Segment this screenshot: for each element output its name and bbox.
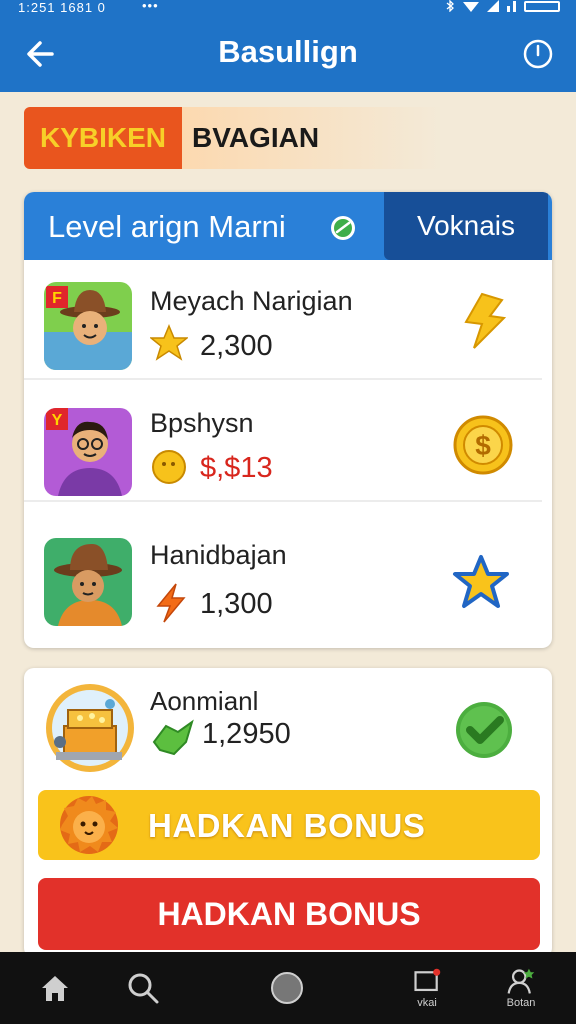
leaderboard-card: Level arign Marni Voknais F Meyach Narig… — [24, 192, 552, 648]
lightning-icon[interactable] — [452, 290, 514, 352]
tab-voknais[interactable]: Voknais — [384, 192, 548, 260]
player-name: Meyach Narigian — [150, 286, 353, 316]
nav-inbox-label: vkai — [417, 997, 437, 1009]
status-bar: 1:251 1681 0 ••• — [0, 0, 576, 16]
leaderboard-row[interactable]: F Meyach Narigian 2,300 — [24, 260, 542, 380]
player-name: Bpshysn — [150, 408, 254, 438]
nav-inbox[interactable]: vkai — [404, 952, 450, 1024]
player-name: Hanidbajan — [150, 540, 287, 570]
bluetooth-icon — [446, 0, 454, 12]
star-icon — [150, 324, 188, 361]
status-icons — [444, 0, 560, 12]
verified-icon — [331, 216, 355, 240]
nav-center[interactable] — [264, 952, 310, 1024]
coin-icon — [152, 450, 186, 484]
signal-bars-icon — [507, 1, 516, 12]
wifi-icon — [463, 2, 479, 12]
nav-profile[interactable]: Botan — [496, 952, 546, 1024]
leaderboard-title: Level arign Marni — [48, 209, 286, 244]
bonus-primary-label: HADKAN BONUS — [148, 807, 426, 844]
leaderboard-row[interactable]: Y Bpshysn $,$13 $ — [24, 382, 542, 502]
svg-text:Y: Y — [52, 412, 63, 429]
page-title: Basullign — [218, 34, 358, 69]
status-dots: ••• — [142, 0, 159, 13]
banner-left-label: KYBIKEN — [24, 107, 182, 169]
nav-profile-label: Botan — [506, 997, 536, 1009]
check-circle-icon[interactable] — [454, 700, 514, 760]
leaderboard-header: Level arign Marni Voknais — [24, 192, 552, 260]
signal-icon — [487, 0, 499, 12]
lion-icon — [60, 796, 118, 854]
bonus-button-primary[interactable]: HADKAN BONUS — [38, 790, 540, 860]
bonus-button-secondary[interactable]: HADKAN BONUS — [38, 878, 540, 950]
home-icon — [42, 976, 68, 1001]
treasure-chest-icon — [46, 684, 134, 772]
avatar — [44, 538, 132, 626]
svg-text:F: F — [52, 290, 62, 307]
player-score: 2,300 — [200, 330, 273, 362]
bonus-score: 1,2950 — [202, 718, 291, 750]
dollar-coin-icon[interactable]: $ — [452, 414, 514, 476]
power-icon[interactable] — [522, 38, 554, 70]
bonus-name: Aonmianl — [150, 686, 259, 716]
inbox-icon — [414, 968, 441, 992]
avatar: Y — [44, 408, 132, 496]
player-score: $,$13 — [200, 452, 273, 484]
lightning-icon — [156, 583, 186, 623]
nav-search[interactable] — [120, 952, 166, 1024]
star-icon[interactable] — [452, 554, 510, 612]
avatar: F — [44, 282, 132, 370]
svg-text:$: $ — [475, 430, 491, 461]
circle-icon — [271, 972, 303, 1004]
nav-home[interactable] — [32, 952, 78, 1024]
profile-icon — [507, 968, 535, 994]
battery-icon — [524, 0, 560, 12]
promo-banner[interactable]: KYBIKEN BVAGIAN — [24, 107, 444, 169]
banner-right-label: BVAGIAN — [182, 107, 444, 169]
player-score: 1,300 — [200, 588, 273, 620]
app-bar: Basullign — [0, 16, 576, 92]
leaderboard-row[interactable]: Hanidbajan 1,300 — [24, 510, 542, 648]
gem-icon — [152, 719, 194, 756]
status-time: 1:251 1681 0 — [18, 0, 106, 15]
bottom-nav: vkai Botan — [0, 952, 576, 1024]
bonus-panel: Aonmianl 1,2950 HADKAN BONUS HADKAN BONU… — [24, 668, 552, 958]
search-icon — [128, 973, 159, 1004]
